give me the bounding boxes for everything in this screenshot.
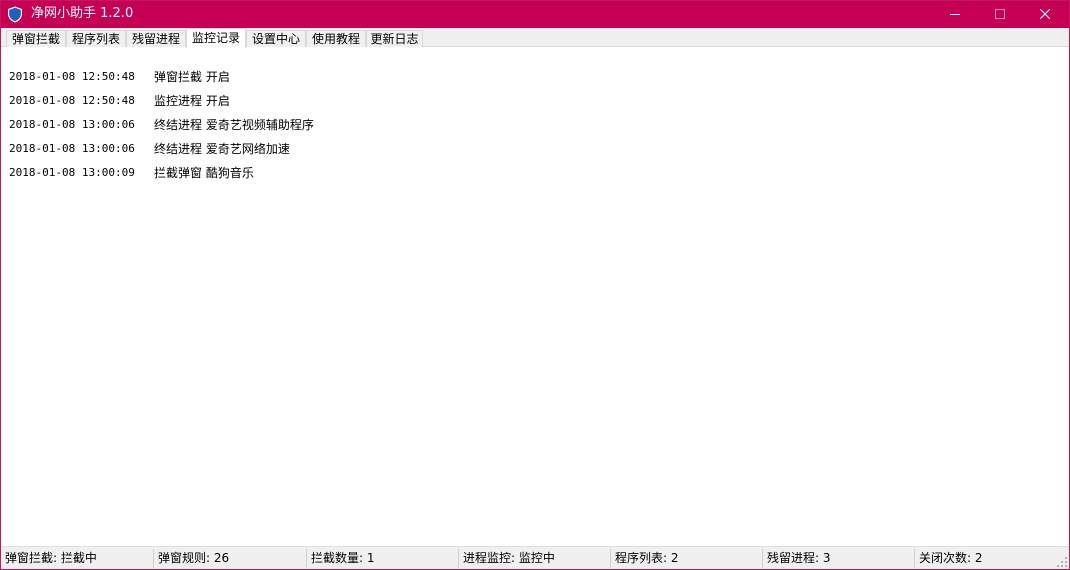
status-popup-block: 弹窗拦截: 拦截中 <box>1 549 154 568</box>
minimize-icon <box>950 14 960 15</box>
log-message: 终结进程 爱奇艺网络加速 <box>154 142 290 156</box>
close-button[interactable] <box>1022 1 1068 28</box>
monitor-log-panel[interactable]: 2018-01-08 12:50:48 弹窗拦截 开启 2018-01-08 1… <box>4 48 1066 543</box>
close-icon <box>1040 9 1050 19</box>
log-time: 2018-01-08 13:00:06 <box>9 142 135 155</box>
resize-grip-icon[interactable] <box>1056 556 1068 568</box>
status-process-monitor: 进程监控: 监控中 <box>459 549 611 568</box>
window-title: 净网小助手 1.2.0 <box>31 6 134 21</box>
tab-tutorial[interactable]: 使用教程 <box>306 30 366 47</box>
tab-changelog[interactable]: 更新日志 <box>366 30 423 47</box>
status-bar: 弹窗拦截: 拦截中 弹窗规则: 26 拦截数量: 1 进程监控: 监控中 程序列… <box>1 546 1069 569</box>
log-message: 监控进程 开启 <box>154 94 230 108</box>
maximize-icon <box>995 9 1005 19</box>
status-close-count: 关闭次数: 2 <box>919 551 983 565</box>
maximize-button[interactable] <box>977 1 1023 28</box>
status-block-count: 拦截数量: 1 <box>307 549 459 568</box>
log-time: 2018-01-08 13:00:06 <box>9 118 135 131</box>
tab-popup-block[interactable]: 弹窗拦截 <box>6 30 66 47</box>
title-bar[interactable]: 净网小助手 1.2.0 <box>1 1 1069 28</box>
app-window: 净网小助手 1.2.0 弹窗拦截 程序列表 残留进程 监控记录 设置中心 使用教… <box>0 0 1070 570</box>
tab-monitor-log[interactable]: 监控记录 <box>186 28 246 48</box>
log-message: 拦截弹窗 酷狗音乐 <box>154 166 254 180</box>
tab-residual-process[interactable]: 残留进程 <box>126 30 186 47</box>
log-message: 弹窗拦截 开启 <box>154 70 230 84</box>
tab-bar: 弹窗拦截 程序列表 残留进程 监控记录 设置中心 使用教程 更新日志 <box>1 28 1069 48</box>
tab-program-list[interactable]: 程序列表 <box>66 30 126 47</box>
log-message: 终结进程 爱奇艺视频辅助程序 <box>154 118 314 132</box>
log-time: 2018-01-08 13:00:09 <box>9 166 135 179</box>
log-time: 2018-01-08 12:50:48 <box>9 94 135 107</box>
status-residual-process: 残留进程: 3 <box>763 549 915 568</box>
log-time: 2018-01-08 12:50:48 <box>9 70 135 83</box>
status-popup-rules: 弹窗规则: 26 <box>154 549 307 568</box>
tab-settings[interactable]: 设置中心 <box>246 30 306 47</box>
status-program-list: 程序列表: 2 <box>611 549 763 568</box>
shield-icon <box>7 6 23 23</box>
minimize-button[interactable] <box>932 1 978 28</box>
